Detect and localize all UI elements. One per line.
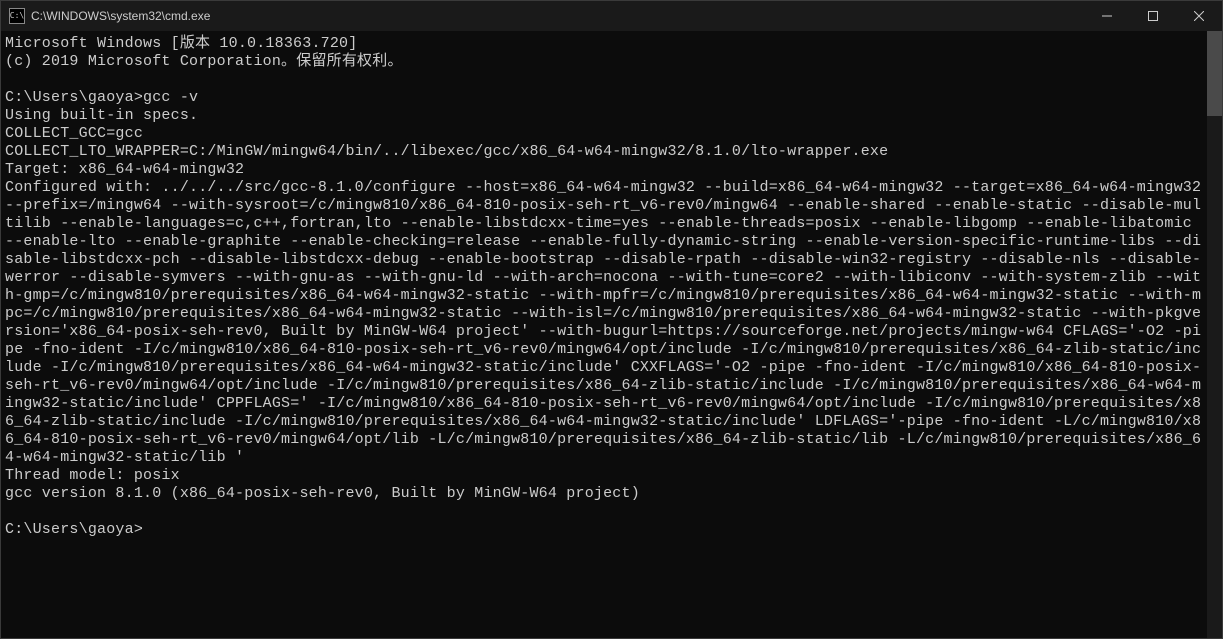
maximize-icon — [1148, 11, 1158, 21]
content-area: Microsoft Windows [版本 10.0.18363.720] (c… — [1, 31, 1222, 638]
minimize-button[interactable] — [1084, 1, 1130, 31]
window-controls — [1084, 1, 1222, 31]
scrollbar-thumb[interactable] — [1207, 31, 1222, 116]
terminal-output[interactable]: Microsoft Windows [版本 10.0.18363.720] (c… — [1, 31, 1207, 638]
minimize-icon — [1102, 11, 1112, 21]
cmd-icon: C:\ — [9, 8, 25, 24]
close-button[interactable] — [1176, 1, 1222, 31]
titlebar[interactable]: C:\ C:\WINDOWS\system32\cmd.exe — [1, 1, 1222, 31]
cmd-window: C:\ C:\WINDOWS\system32\cmd.exe Microsof… — [0, 0, 1223, 639]
scrollbar-track[interactable] — [1207, 31, 1222, 638]
close-icon — [1194, 11, 1204, 21]
window-title: C:\WINDOWS\system32\cmd.exe — [31, 9, 1084, 23]
maximize-button[interactable] — [1130, 1, 1176, 31]
